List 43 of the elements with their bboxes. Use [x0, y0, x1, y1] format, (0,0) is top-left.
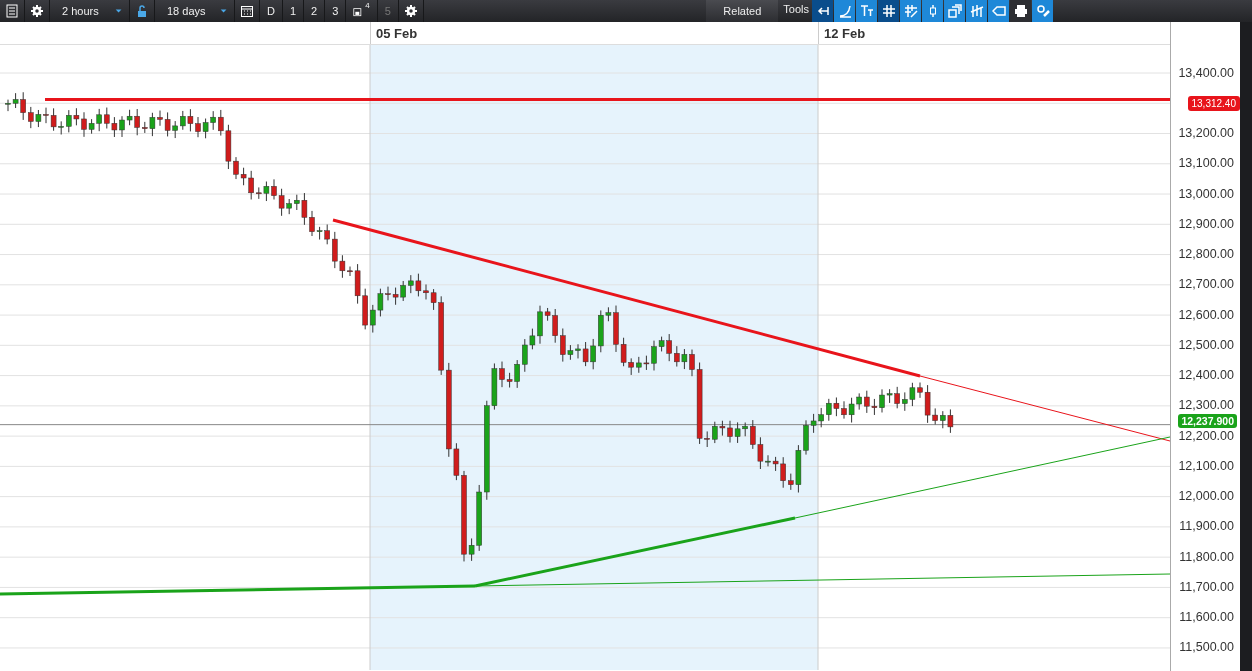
axis-label: 11,800.00 [1179, 550, 1234, 564]
axis-label: 12,600.00 [1178, 308, 1234, 322]
settings-icon [403, 4, 418, 18]
axis-label: 11,500.00 [1179, 641, 1234, 655]
price-badge: 12,237.900 [1178, 414, 1237, 428]
date-label: 05 Feb [370, 22, 818, 44]
list-icon [5, 4, 19, 18]
price-badge: 13,312.40 [1187, 95, 1240, 111]
settings-icon [1035, 4, 1050, 18]
axis-label: 12,900.00 [1178, 217, 1234, 231]
axis-label: 13,000.00 [1178, 187, 1234, 201]
print-icon [1013, 4, 1028, 18]
related-button[interactable]: Related [706, 0, 779, 22]
axis-label: 13,200.00 [1178, 127, 1234, 141]
text-icon [859, 4, 874, 18]
pen-grid-icon [903, 4, 918, 18]
tag-icon [991, 4, 1006, 18]
axis-label: 11,700.00 [1179, 580, 1234, 594]
windows-icon [947, 4, 962, 18]
axis-label: 13,100.00 [1178, 157, 1234, 171]
axis-label: 12,300.00 [1178, 399, 1234, 413]
arrow-left-icon [815, 4, 830, 18]
tool-button[interactable] [1010, 0, 1031, 22]
axis-label: 12,200.00 [1178, 429, 1234, 443]
tool-button[interactable] [878, 0, 899, 22]
axis-label: 11,600.00 [1179, 611, 1234, 625]
axis-label: 12,800.00 [1178, 248, 1234, 262]
axis-label: 13,400.00 [1178, 66, 1234, 80]
date-label: 12 Feb [818, 22, 1170, 44]
axis-label: 12,000.00 [1178, 490, 1234, 504]
calendar-icon [240, 4, 254, 18]
settings-icon [30, 4, 44, 18]
axis-label: 12,500.00 [1178, 338, 1234, 352]
tool-button[interactable] [812, 0, 833, 22]
lock-icon [135, 4, 149, 18]
curve-icon [837, 4, 852, 18]
axis-label: 12,100.00 [1178, 459, 1234, 473]
axis-label: 11,900.00 [1179, 520, 1234, 534]
axis-label: 12,400.00 [1178, 369, 1234, 383]
tools-label: Tools [782, 2, 810, 17]
axis-label: 12,700.00 [1178, 278, 1234, 292]
bars-icon [969, 4, 984, 18]
grid-icon [881, 4, 896, 18]
